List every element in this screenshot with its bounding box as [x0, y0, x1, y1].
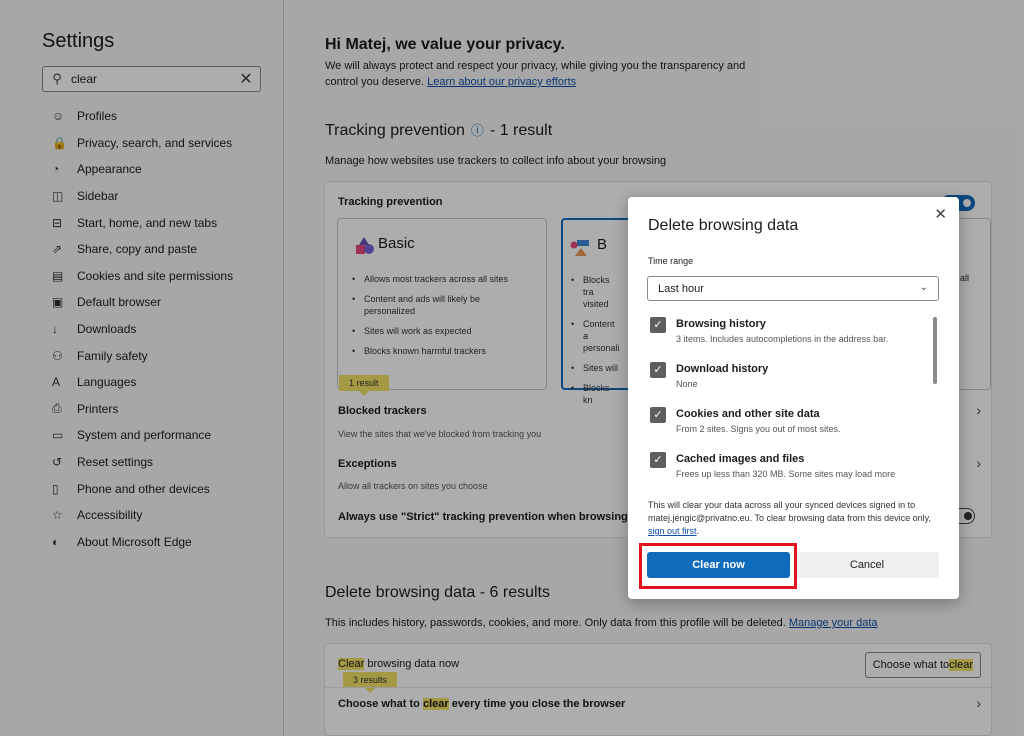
checkbox-description: None	[676, 379, 698, 389]
cancel-button[interactable]: Cancel	[795, 552, 939, 578]
dialog-title: Delete browsing data	[648, 217, 799, 234]
checkbox-checked-icon[interactable]: ✓	[650, 362, 666, 378]
close-icon[interactable]: ✕	[934, 205, 947, 223]
checkbox-label: Browsing history	[676, 318, 766, 330]
checkbox-description: From 2 sites. Signs you out of most site…	[676, 424, 841, 434]
checkbox-checked-icon[interactable]: ✓	[650, 317, 666, 333]
time-range-select[interactable]: Last hour ⌄	[647, 276, 939, 301]
delete-browsing-data-dialog: ✕ Delete browsing data Time range Last h…	[628, 197, 959, 599]
note-end: .	[696, 526, 700, 536]
checkbox-checked-icon[interactable]: ✓	[650, 452, 666, 468]
checkbox-description: 3 items. Includes autocompletions in the…	[676, 334, 889, 344]
checkbox-label: Cookies and other site data	[676, 408, 820, 420]
time-range-label: Time range	[648, 256, 694, 266]
time-range-value: Last hour	[658, 282, 704, 295]
checkbox-checked-icon[interactable]: ✓	[650, 407, 666, 423]
sync-note: This will clear your data across all you…	[648, 499, 944, 538]
checkbox-description: Frees up less than 320 MB. Some sites ma…	[676, 469, 896, 479]
checkbox-label: Cached images and files	[676, 453, 805, 465]
checkbox-label: Download history	[676, 363, 769, 375]
chevron-down-icon: ⌄	[919, 282, 928, 293]
annotation-highlight-box	[639, 543, 797, 589]
note-text: This will clear your data across all you…	[648, 500, 931, 523]
dialog-scrollbar[interactable]	[933, 317, 937, 384]
sign-out-link[interactable]: sign out first	[648, 526, 697, 536]
